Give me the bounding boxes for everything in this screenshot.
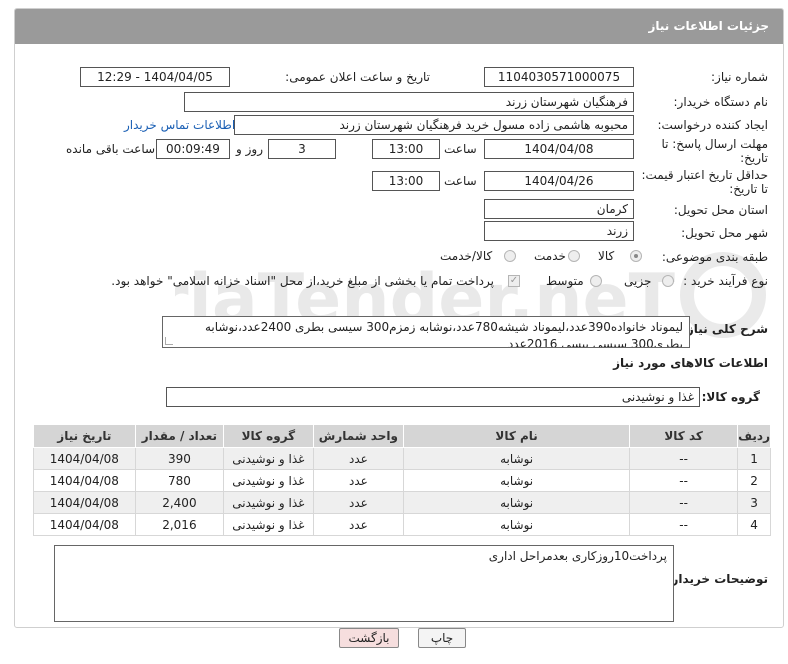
city-label: شهر محل تحویل: [681,226,768,240]
days-remaining-field[interactable]: 3 [268,139,336,159]
requester-field[interactable]: محبوبه هاشمی زاده مسول خرید فرهنگیان شهر… [234,115,634,135]
header-item-name: نام کالا [403,424,631,448]
page-title: جزئیات اطلاعات نیاز [648,19,769,33]
announce-datetime-label: تاریخ و ساعت اعلان عمومی: [285,70,430,84]
days-label: روز و [236,142,263,156]
table-row[interactable]: 3 -- نوشابه عدد غذا و نوشیدنی 2,400 1404… [33,491,771,514]
announce-datetime-field[interactable]: 1404/04/05 - 12:29 [80,67,230,87]
buyer-notes-label: توضیحات خریدار: [666,572,768,586]
items-table: ردیف کد کالا نام کالا واحد شمارش گروه کا… [33,424,771,536]
goods-group-field[interactable]: غذا و نوشیدنی [166,387,700,407]
cell-need-date: 1404/04/08 [33,491,136,514]
deadline-label-date: تاریخ: [740,151,768,165]
cell-row-number: 1 [737,447,771,470]
deadline-date-field[interactable]: 1404/04/08 [484,139,634,159]
time-remaining-field[interactable]: 00:09:49 [156,139,230,159]
cell-need-date: 1404/04/08 [33,469,136,492]
header-need-date: تاریخ نیاز [33,424,136,448]
buyer-notes-textarea[interactable]: پرداخت10روزکاری بعدمراحل اداری [54,545,674,622]
treasury-payment-note: پرداخت تمام یا بخشی از مبلغ خرید،از محل … [111,274,494,288]
table-row[interactable]: 4 -- نوشابه عدد غذا و نوشیدنی 2,016 1404… [33,513,771,536]
header-row-number: ردیف [737,424,771,448]
buyer-contact-link[interactable]: اطلاعات تماس خریدار [124,118,235,132]
cell-quantity: 780 [134,469,225,492]
category-service-radio[interactable] [568,250,580,262]
need-number-label: شماره نیاز: [711,70,768,84]
print-button[interactable]: چاپ [418,628,466,648]
header-item-group: گروه کالا [223,424,314,448]
deadline-time-field[interactable]: 13:00 [372,139,440,159]
cell-item-name: نوشابه [403,447,631,470]
cell-unit: عدد [312,491,405,514]
cell-item-name: نوشابه [403,513,631,536]
cell-need-date: 1404/04/08 [33,447,136,470]
process-minor-radio[interactable] [662,275,674,287]
cell-item-group: غذا و نوشیدنی [223,491,314,514]
requester-label: ایجاد کننده درخواست: [657,118,768,132]
cell-item-group: غذا و نوشیدنی [223,513,314,536]
treasury-payment-checkbox[interactable]: ✓ [508,275,520,287]
cell-unit: عدد [312,447,405,470]
cell-item-code: -- [629,513,739,536]
cell-unit: عدد [312,513,405,536]
need-number-field[interactable]: 1104030571000075 [484,67,634,87]
price-validity-label: حداقل تاریخ اعتبار قیمت: [641,168,768,182]
cell-item-name: نوشابه [403,491,631,514]
process-medium-radio[interactable] [590,275,602,287]
header-unit: واحد شمارش [312,424,405,448]
process-minor-label: جزیی [624,274,652,288]
goods-section-title: اطلاعات کالاهای مورد نیاز [613,356,768,370]
province-field[interactable]: کرمان [484,199,634,219]
back-button[interactable]: بازگشت [339,628,399,648]
cell-item-group: غذا و نوشیدنی [223,469,314,492]
cell-quantity: 2,400 [134,491,225,514]
city-field[interactable]: زرند [484,221,634,241]
time-remaining-label: ساعت باقی مانده [66,142,156,156]
process-medium-label: متوسط [546,274,584,288]
buyer-notes-text: پرداخت10روزکاری بعدمراحل اداری [488,549,667,563]
cell-item-name: نوشابه [403,469,631,492]
validity-time-label: ساعت [444,174,477,188]
resize-grip-icon[interactable] [165,337,173,345]
deadline-label: مهلت ارسال پاسخ: تا [661,137,768,151]
cell-item-code: -- [629,491,739,514]
title-bar: جزئیات اطلاعات نیاز [15,9,783,44]
table-header-row: ردیف کد کالا نام کالا واحد شمارش گروه کا… [33,424,771,448]
description-label: شرح کلی نیاز: [682,322,768,336]
category-label: طبقه بندی موضوعی: [661,250,768,264]
header-quantity: تعداد / مقدار [134,424,225,448]
description-text: لیموناد خانواده390عدد،لیموناد شیشه780عدد… [204,320,683,348]
cell-need-date: 1404/04/08 [33,513,136,536]
cell-row-number: 2 [737,469,771,492]
cell-unit: عدد [312,469,405,492]
goods-group-label: گروه کالا: [701,390,760,404]
buyer-org-label: نام دستگاه خریدار: [673,95,769,109]
cell-item-code: -- [629,469,739,492]
description-textarea[interactable]: لیموناد خانواده390عدد،لیموناد شیشه780عدد… [162,316,690,348]
cell-quantity: 390 [134,447,225,470]
validity-date-field[interactable]: 1404/04/26 [484,171,634,191]
process-type-label: نوع فرآیند خرید : [683,274,768,288]
validity-time-field[interactable]: 13:00 [372,171,440,191]
province-label: استان محل تحویل: [673,203,768,217]
deadline-time-label: ساعت [444,142,477,156]
buyer-org-field[interactable]: فرهنگیان شهرستان زرند [184,92,634,112]
table-row[interactable]: 2 -- نوشابه عدد غذا و نوشیدنی 780 1404/0… [33,469,771,492]
price-validity-label-date: تا تاریخ: [729,182,768,196]
category-service-label: خدمت [534,249,566,263]
cell-row-number: 3 [737,491,771,514]
table-row[interactable]: 1 -- نوشابه عدد غذا و نوشیدنی 390 1404/0… [33,447,771,470]
category-goods-service-label: کالا/خدمت [440,249,493,263]
category-goods-label: کالا [598,249,615,263]
cell-item-code: -- [629,447,739,470]
header-item-code: کد کالا [629,424,739,448]
cell-item-group: غذا و نوشیدنی [223,447,314,470]
category-goods-service-radio[interactable] [504,250,516,262]
cell-row-number: 4 [737,513,771,536]
category-goods-radio[interactable] [630,250,642,262]
cell-quantity: 2,016 [134,513,225,536]
